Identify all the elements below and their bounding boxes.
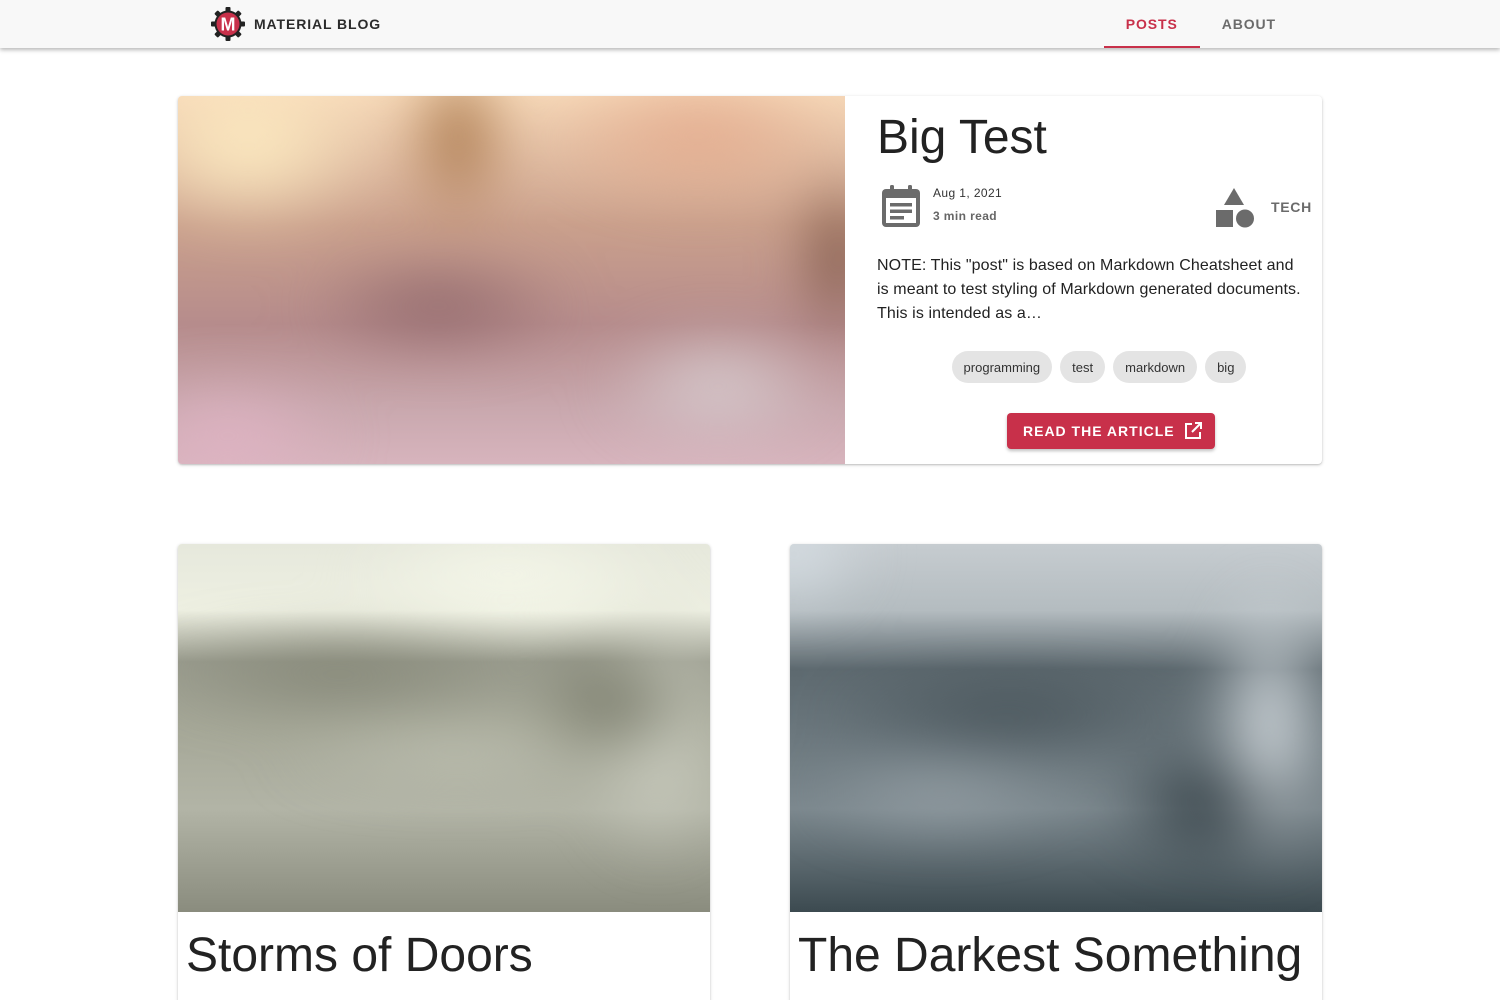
featured-post-image[interactable] [178, 96, 845, 464]
featured-post-content: Big Test Aug 1, 2021 3 min read TECH NOT… [877, 96, 1311, 464]
read-article-label: READ THE ARTICLE [1023, 423, 1175, 439]
tab-posts[interactable]: POSTS [1103, 0, 1200, 48]
brand-home-link[interactable]: M MATERIAL BLOG [210, 6, 381, 42]
tag-chip[interactable]: big [1205, 351, 1247, 383]
featured-post-title[interactable]: Big Test [877, 110, 1047, 165]
post-card-image[interactable] [178, 544, 710, 912]
read-time: 3 min read [933, 209, 998, 223]
tag-list: programming test markdown big [877, 351, 1321, 383]
tag-chip[interactable]: markdown [1113, 351, 1198, 383]
blog-logo-icon: M [211, 7, 245, 41]
tab-about[interactable]: ABOUT [1200, 0, 1298, 48]
post-date: Aug 1, 2021 [933, 186, 1003, 200]
shapes-icon [1216, 188, 1254, 228]
calendar-icon [882, 185, 920, 227]
read-article-button[interactable]: READ THE ARTICLE [1007, 413, 1215, 449]
tag-chip[interactable]: test [1060, 351, 1106, 383]
post-card-title[interactable]: The Darkest Something [798, 928, 1302, 983]
top-app-bar: M MATERIAL BLOG POSTS ABOUT [0, 0, 1500, 48]
main-nav: POSTS ABOUT [1103, 0, 1298, 48]
post-meta: Aug 1, 2021 3 min read TECH [877, 182, 1311, 232]
open-in-new-icon [1184, 422, 1202, 439]
featured-post-card: Big Test Aug 1, 2021 3 min read TECH NOT… [178, 96, 1322, 464]
post-category[interactable]: TECH [1271, 199, 1312, 215]
post-excerpt: NOTE: This "post" is based on Markdown C… [877, 257, 1301, 322]
post-card: The Darkest Something [790, 544, 1322, 1000]
tag-chip[interactable]: programming [951, 351, 1053, 383]
post-card-image[interactable] [790, 544, 1322, 912]
post-card-title[interactable]: Storms of Doors [186, 928, 533, 983]
brand-name: MATERIAL BLOG [254, 16, 382, 32]
logo-letter: M [221, 15, 236, 35]
post-card: Storms of Doors [178, 544, 710, 1000]
